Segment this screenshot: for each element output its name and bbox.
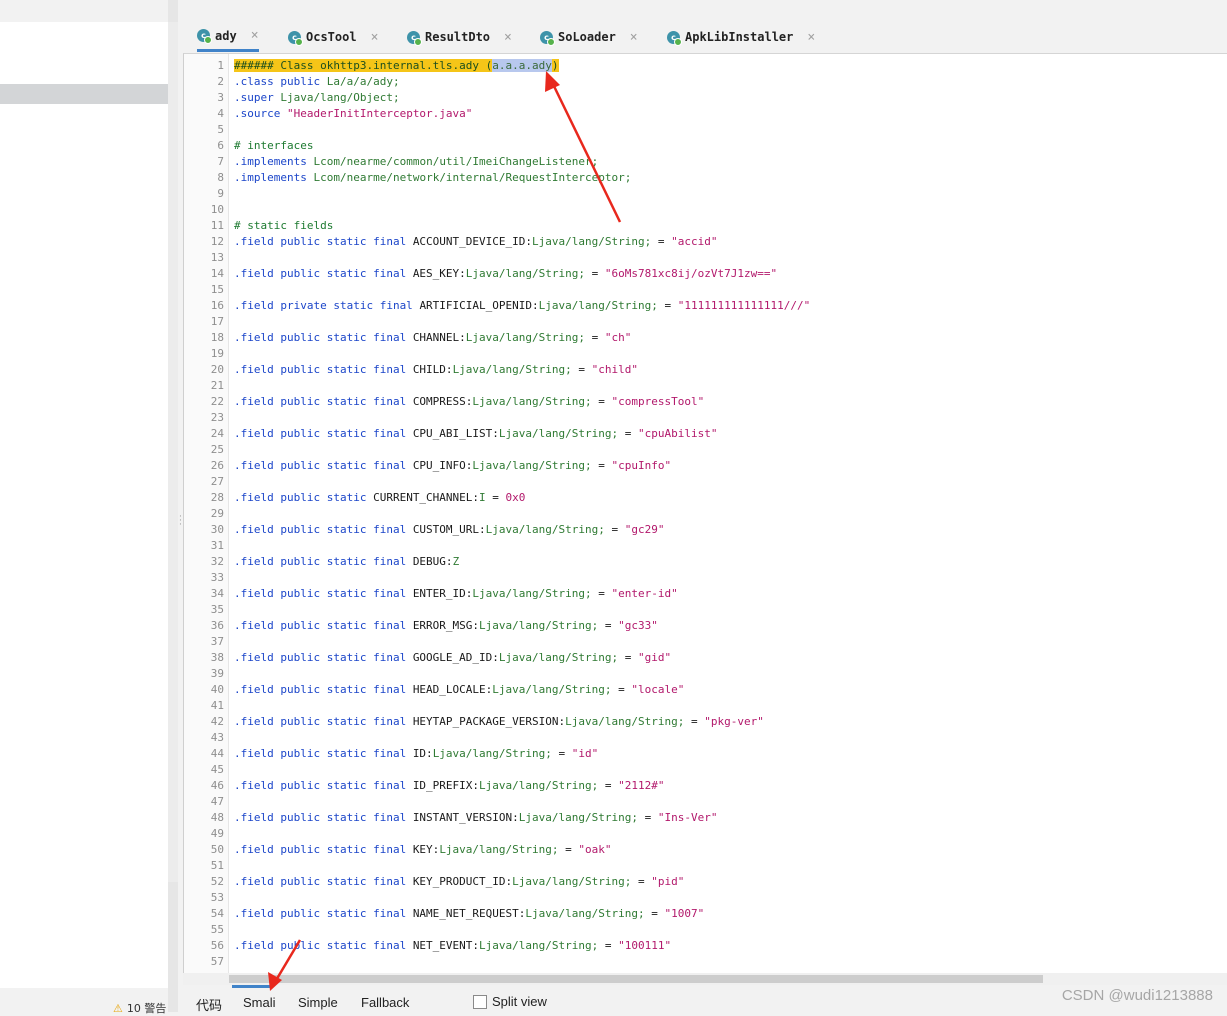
annotation-arrow-top	[545, 71, 622, 223]
annotation-arrow-bottom	[268, 939, 302, 991]
annotation-arrows	[268, 71, 622, 991]
